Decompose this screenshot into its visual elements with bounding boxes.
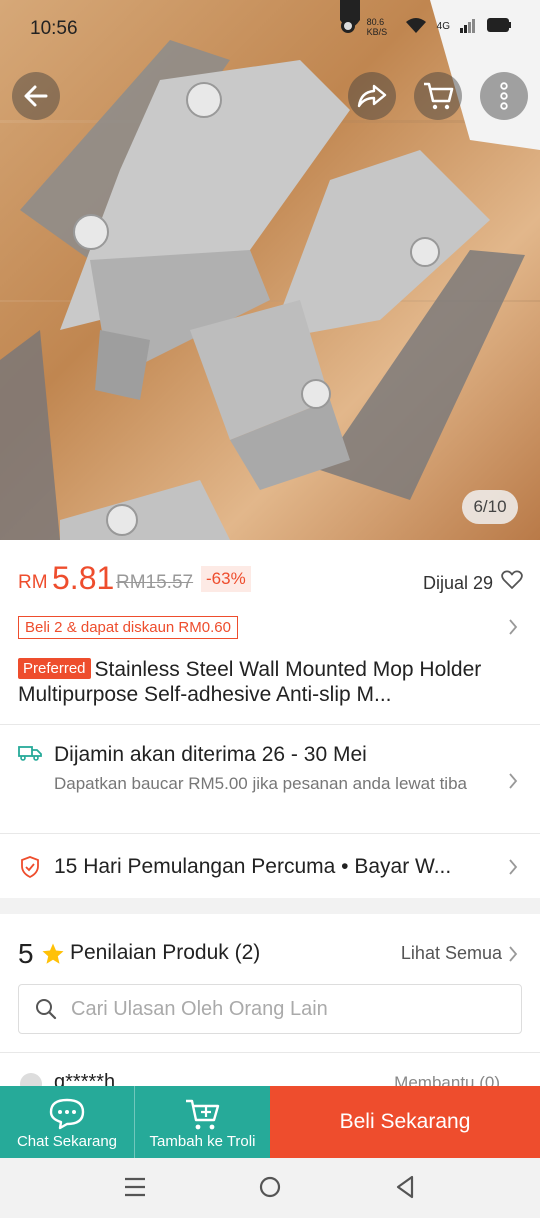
original-price: RM15.57 — [116, 572, 194, 593]
network-speed: 80.6 KB/S — [366, 16, 388, 37]
status-icons: 80.6 KB/S 4G — [339, 16, 512, 37]
arrow-left-icon — [24, 85, 48, 107]
review-search[interactable] — [18, 984, 522, 1034]
home-circle-icon — [259, 1176, 281, 1198]
rating-score: 5 — [18, 938, 34, 969]
chat-now-button[interactable]: Chat Sekarang — [0, 1086, 135, 1158]
battery-icon — [486, 17, 512, 36]
star-icon — [41, 942, 65, 971]
network-type: 4G — [436, 21, 450, 32]
delivery-voucher-note: Dapatkan baucar RM5.00 jika pesanan anda… — [54, 774, 467, 793]
cart-icon — [424, 82, 454, 110]
currency: RM — [18, 572, 48, 593]
price-row: RM 5.81 RM15.57 -63% Dijual 29 — [18, 560, 523, 600]
image-counter: 6/10 — [462, 490, 518, 524]
heart-icon[interactable] — [501, 570, 523, 595]
add-to-cart-icon — [184, 1098, 222, 1137]
add-to-cart-label: Tambah ke Troli — [149, 1133, 256, 1150]
price: 5.81 — [52, 560, 115, 596]
helpful-button[interactable]: Membantu (0) — [394, 1073, 500, 1087]
chat-icon — [48, 1098, 86, 1135]
chevron-right-icon — [508, 858, 518, 881]
cart-button[interactable] — [414, 72, 462, 120]
signal-icon — [460, 17, 476, 36]
share-icon — [357, 84, 387, 108]
returns-info[interactable]: 15 Hari Pemulangan Percuma • Bayar W... — [0, 834, 540, 898]
chevron-right-icon[interactable] — [508, 945, 518, 968]
triangle-back-icon — [396, 1175, 414, 1199]
review-item: g*****h Membantu (0) — [0, 1055, 540, 1087]
search-icon — [35, 998, 57, 1025]
truck-icon — [18, 744, 42, 767]
returns-text: 15 Hari Pemulangan Percuma • Bayar W... — [54, 855, 452, 878]
review-search-input[interactable] — [71, 985, 511, 1033]
buy-now-button[interactable]: Beli Sekarang — [270, 1086, 540, 1158]
chat-now-label: Chat Sekarang — [16, 1133, 118, 1150]
status-time: 10:56 — [30, 18, 78, 39]
avatar — [20, 1073, 42, 1087]
promo-tag[interactable]: Beli 2 & dapat diskaun RM0.60 — [18, 616, 238, 639]
shield-icon — [20, 856, 40, 883]
rating-section: 5 Penilaian Produk (2) Lihat Semua — [0, 916, 540, 1056]
section-separator — [0, 898, 540, 914]
add-to-cart-button[interactable]: Tambah ke Troli — [135, 1086, 270, 1158]
back-button[interactable] — [12, 72, 60, 120]
bottom-action-bar: Chat Sekarang Tambah ke Troli Beli Sekar… — [0, 1086, 540, 1158]
discount-badge: -63% — [201, 566, 251, 592]
divider — [0, 1052, 540, 1053]
alarm-icon — [339, 16, 357, 37]
reviewer-name: g*****h — [54, 1071, 116, 1087]
share-button[interactable] — [348, 72, 396, 120]
rating-title: Penilaian Produk (2) — [70, 941, 261, 964]
chevron-right-icon — [508, 772, 518, 795]
system-navigation-bar — [0, 1158, 540, 1218]
see-all-link[interactable]: Lihat Semua — [401, 943, 502, 964]
recents-button[interactable] — [124, 1176, 146, 1203]
chevron-right-icon[interactable] — [508, 618, 518, 641]
system-back-button[interactable] — [395, 1175, 415, 1204]
home-button[interactable] — [259, 1176, 281, 1203]
more-vertical-icon — [500, 82, 508, 110]
preferred-badge: Preferred — [18, 658, 91, 679]
mop-holder-illustration — [0, 0, 540, 540]
menu-lines-icon — [125, 1177, 145, 1197]
wifi-icon — [405, 16, 427, 37]
shipping-info[interactable]: Dijamin akan diterima 26 - 30 Mei Dapatk… — [0, 725, 540, 833]
more-options-button[interactable] — [480, 72, 528, 120]
product-title: Preferred Stainless Steel Wall Mounted Mo… — [18, 657, 523, 707]
status-bar: 10:56 80.6 KB/S 4G — [0, 0, 540, 58]
delivery-guarantee: Dijamin akan diterima 26 - 30 Mei — [54, 743, 367, 766]
product-image[interactable]: 10:56 80.6 KB/S 4G 6/10 — [0, 0, 540, 540]
sold-count: Dijual 29 — [422, 573, 493, 593]
